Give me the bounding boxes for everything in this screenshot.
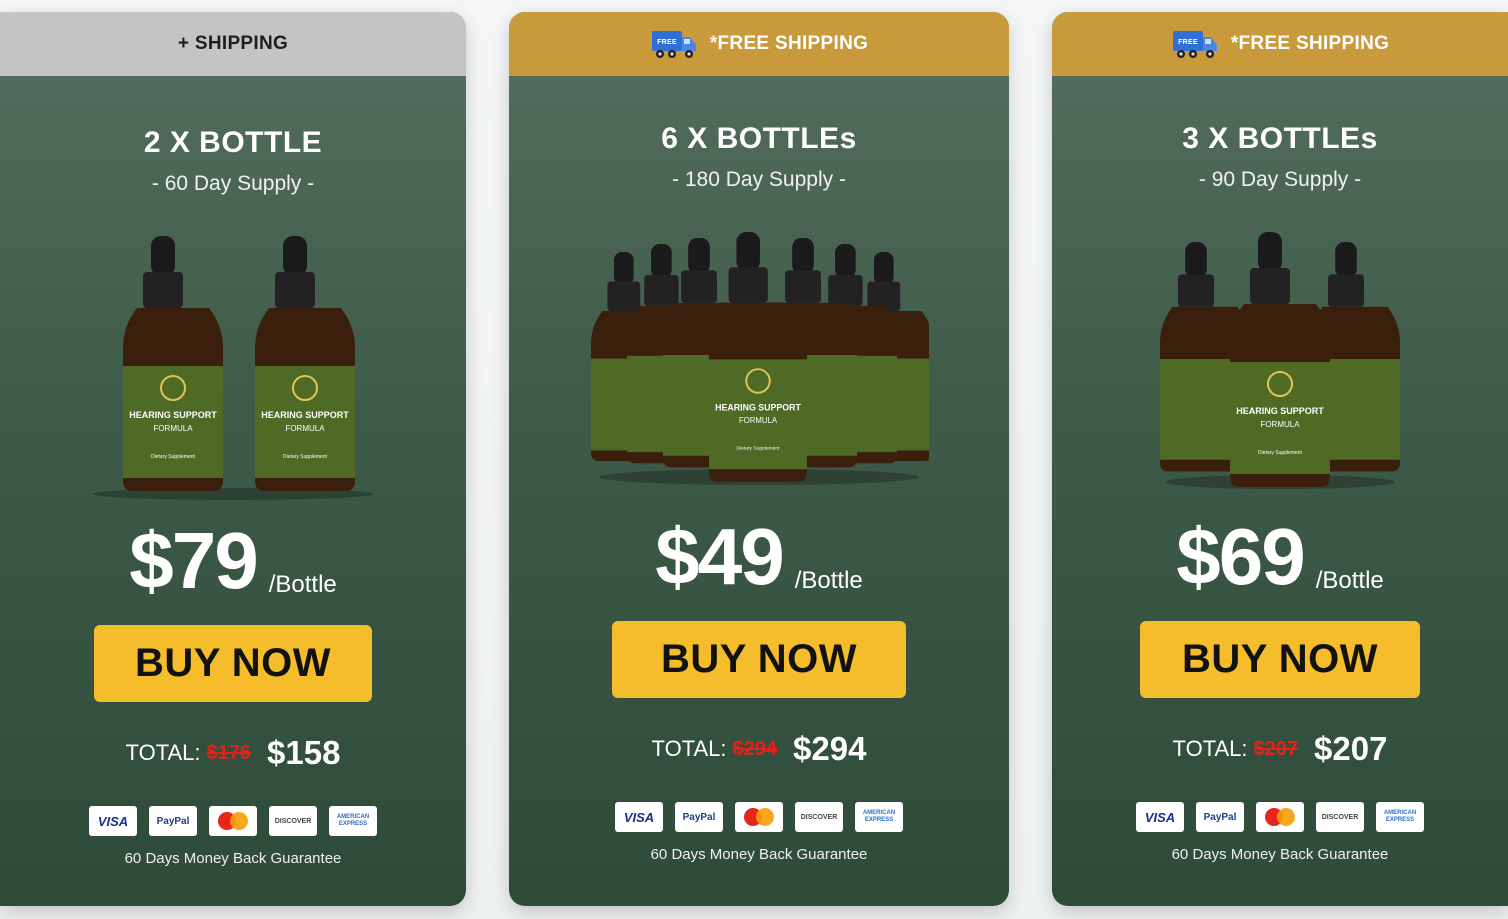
bottle: HEARING SUPPORT FORMULA Dietary Suppleme… xyxy=(709,232,807,482)
svg-text:HEARING SUPPORT: HEARING SUPPORT xyxy=(129,410,217,420)
svg-text:Dietary Supplement: Dietary Supplement xyxy=(151,454,196,460)
total-row: TOTAL: $294 $294 xyxy=(509,730,1009,768)
per-bottle-label: /Bottle xyxy=(268,571,337,598)
price: $69 xyxy=(1176,512,1305,601)
buy-now-button[interactable]: BUY NOW xyxy=(1140,621,1420,698)
offer-card-3-bottles: FREE *FREE SHIPPING 3 X BOTTLEs - 90 Day… xyxy=(1052,12,1508,906)
shipping-banner-label: + SHIPPING xyxy=(177,33,289,54)
price: $49 xyxy=(655,512,784,601)
svg-text:Dietary Supplement: Dietary Supplement xyxy=(283,454,328,460)
discover-icon: DISCOVER xyxy=(795,802,843,832)
svg-text:Dietary Supplement: Dietary Supplement xyxy=(1258,450,1303,456)
svg-text:HEARING SUPPORT: HEARING SUPPORT xyxy=(715,402,801,412)
discover-icon: DISCOVER xyxy=(269,806,317,836)
mastercard-icon xyxy=(1256,802,1304,832)
offer-title: 3 X BOTTLEs xyxy=(1182,122,1378,155)
offer-title: 2 X BOTTLE xyxy=(143,126,323,159)
svg-text:FREE: FREE xyxy=(1178,39,1198,46)
bottle: HEARING SUPPORT FORMULA Dietary Suppleme… xyxy=(123,236,223,491)
product-bottles-image: HEARING SUPPORT FORMULA Dietary Suppleme… xyxy=(83,236,383,501)
product-bottles-image: HEARING SUPPORT FORMULA Dietary Suppleme… xyxy=(1160,232,1400,497)
svg-text:FORMULA: FORMULA xyxy=(285,424,325,433)
shipping-banner: FREE *FREE SHIPPING xyxy=(509,12,1009,76)
per-bottle-label: /Bottle xyxy=(1315,567,1384,594)
discover-icon: DISCOVER xyxy=(1316,802,1364,832)
truck-icon: FREE xyxy=(651,31,696,58)
total-row: TOTAL: $207 $207 xyxy=(1052,730,1508,768)
bottle: HEARING SUPPORT FORMULA Dietary Suppleme… xyxy=(1230,232,1330,487)
svg-text:HEARING SUPPORT: HEARING SUPPORT xyxy=(261,410,349,420)
visa-icon: VISA xyxy=(615,802,663,832)
total-row: TOTAL: $176 $158 xyxy=(0,734,466,772)
amex-icon: AMERICAN EXPRESS xyxy=(1376,802,1424,832)
guarantee-text: 60 Days Money Back Guarantee xyxy=(124,850,342,867)
truck-icon: FREE xyxy=(1172,31,1217,58)
amex-icon: AMERICAN EXPRESS xyxy=(329,806,377,836)
offer-card-6-bottles: FREE *FREE SHIPPING 6 X BOTTLEs - 180 Da… xyxy=(509,12,1009,906)
price-row: $79 /Bottle xyxy=(0,521,466,601)
visa-icon: VISA xyxy=(89,806,137,836)
shipping-banner-label: *FREE SHIPPING xyxy=(709,33,869,54)
payment-methods: VISA PayPal DISCOVER AMERICAN EXPRESS xyxy=(1052,802,1508,832)
paypal-icon: PayPal xyxy=(149,806,197,836)
total-label: TOTAL: xyxy=(651,736,727,761)
svg-text:FORMULA: FORMULA xyxy=(739,416,778,425)
paypal-icon: PayPal xyxy=(1196,802,1244,832)
total-old-price: $294 xyxy=(732,737,778,760)
bottle: HEARING SUPPORT FORMULA Dietary Suppleme… xyxy=(255,236,355,491)
price: $79 xyxy=(129,516,258,605)
offer-title: 6 X BOTTLEs xyxy=(661,122,857,155)
shipping-banner: + SHIPPING xyxy=(0,12,466,76)
amex-icon: AMERICAN EXPRESS xyxy=(855,802,903,832)
mastercard-icon xyxy=(209,806,257,836)
svg-text:FREE: FREE xyxy=(657,39,677,46)
per-bottle-label: /Bottle xyxy=(794,567,863,594)
guarantee-text: 60 Days Money Back Guarantee xyxy=(650,846,868,863)
buy-now-button[interactable]: BUY NOW xyxy=(612,621,906,698)
offer-subtitle: - 180 Day Supply - xyxy=(672,168,846,191)
total-new-price: $158 xyxy=(267,734,341,771)
visa-icon: VISA xyxy=(1136,802,1184,832)
offer-subtitle: - 60 Day Supply - xyxy=(151,172,315,195)
total-new-price: $294 xyxy=(793,730,867,767)
total-old-price: $176 xyxy=(206,741,252,764)
payment-methods: VISA PayPal DISCOVER AMERICAN EXPRESS xyxy=(509,802,1009,832)
svg-text:FORMULA: FORMULA xyxy=(1260,420,1300,429)
total-new-price: $207 xyxy=(1314,730,1388,767)
svg-text:HEARING SUPPORT: HEARING SUPPORT xyxy=(1236,406,1324,416)
total-label: TOTAL: xyxy=(125,740,201,765)
total-label: TOTAL: xyxy=(1172,736,1248,761)
payment-methods: VISA PayPal DISCOVER AMERICAN EXPRESS xyxy=(0,806,466,836)
shipping-banner-label: *FREE SHIPPING xyxy=(1230,33,1390,54)
total-old-price: $207 xyxy=(1253,737,1299,760)
paypal-icon: PayPal xyxy=(675,802,723,832)
mastercard-icon xyxy=(735,802,783,832)
price-row: $49 /Bottle xyxy=(509,517,1009,597)
svg-text:FORMULA: FORMULA xyxy=(153,424,193,433)
svg-text:Dietary Supplement: Dietary Supplement xyxy=(737,446,781,452)
offer-subtitle: - 90 Day Supply - xyxy=(1198,168,1362,191)
guarantee-text: 60 Days Money Back Guarantee xyxy=(1171,846,1389,863)
buy-now-button[interactable]: BUY NOW xyxy=(94,625,372,702)
product-bottles-image: HEARING SUPPORT FORMULA Dietary Suppleme… xyxy=(589,232,933,497)
shipping-banner: FREE *FREE SHIPPING xyxy=(1052,12,1508,76)
offer-card-2-bottles: + SHIPPING 2 X BOTTLE - 60 Day Supply - … xyxy=(0,12,466,906)
price-row: $69 /Bottle xyxy=(1052,517,1508,597)
